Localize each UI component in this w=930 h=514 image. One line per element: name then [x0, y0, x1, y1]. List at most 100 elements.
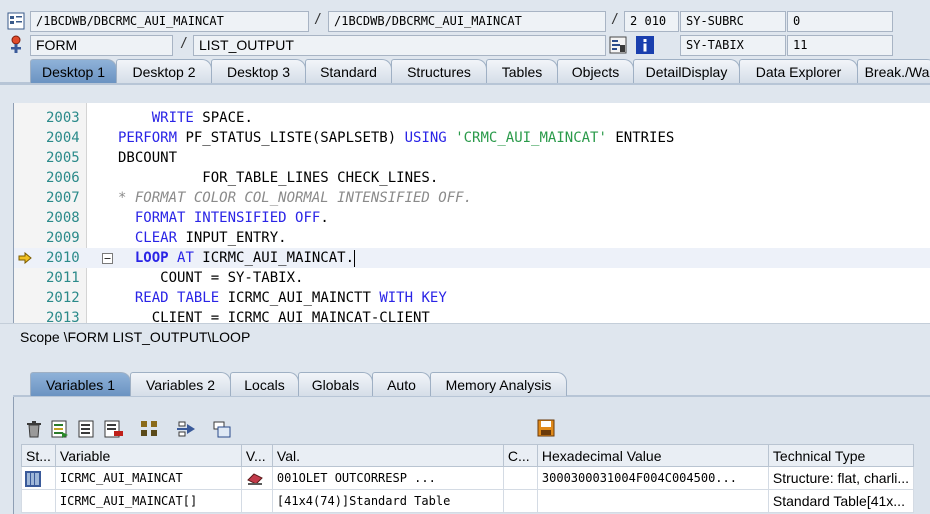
tab-globals[interactable]: Globals	[298, 372, 373, 396]
line-number-field[interactable]: 2 010	[624, 11, 679, 32]
sy-tabix-label: SY-TABIX	[680, 35, 786, 56]
code-text: COUNT = SY-TABIX.	[118, 268, 303, 288]
change-cell[interactable]	[240, 466, 273, 490]
remove-variable-icon[interactable]	[104, 420, 124, 438]
hierarchy-icon[interactable]	[140, 420, 160, 438]
event-type-field[interactable]: FORM	[30, 35, 173, 56]
code-line[interactable]: 2013 CLIENT = ICRMC_AUI_MAINCAT-CLIENT	[14, 308, 930, 323]
line-number: 2007	[46, 190, 80, 206]
line-number: 2009	[46, 230, 80, 246]
value-cell[interactable]: [41x4(74)]Standard Table	[271, 489, 504, 513]
code-line[interactable]: 2005 DBCOUNT	[14, 148, 930, 168]
tab-auto[interactable]: Auto	[372, 372, 431, 396]
table-row[interactable]: ICRMC_AUI_MAINCAT 001OLET OUTCORRESP ...…	[21, 466, 915, 490]
tab-detail-display[interactable]: DetailDisplay	[633, 59, 740, 83]
delete-icon[interactable]	[25, 420, 43, 438]
table-row[interactable]: ICRMC_AUI_MAINCAT[] [41x4(74)]Standard T…	[21, 489, 915, 513]
column-header-technical-type[interactable]: Technical Type	[767, 444, 915, 467]
fold-toggle-icon[interactable]	[102, 253, 113, 264]
change-cell[interactable]	[240, 489, 273, 513]
code-line[interactable]: 2009 CLEAR INPUT_ENTRY.	[14, 228, 930, 248]
display-source-icon[interactable]	[609, 36, 627, 54]
info-icon[interactable]	[636, 36, 654, 54]
line-number: 2011	[46, 270, 80, 286]
technical-type-cell[interactable]: Structure: flat, charli...	[767, 466, 915, 490]
tab-breakpoints[interactable]: Break./Wa	[857, 59, 930, 83]
table-header-row: St... Variable V... Val. C... Hexadecima…	[21, 444, 915, 467]
event-name-field[interactable]: LIST_OUTPUT	[193, 35, 606, 56]
table-grid-icon	[25, 470, 41, 487]
save-icon[interactable]	[537, 419, 555, 437]
tab-desktop-2[interactable]: Desktop 2	[116, 59, 212, 83]
column-header-status[interactable]: St...	[21, 444, 56, 467]
change-value-icon[interactable]	[246, 472, 264, 486]
status-cell	[21, 489, 56, 513]
properties-icon[interactable]	[212, 420, 232, 438]
variables-table: St... Variable V... Val. C... Hexadecima…	[21, 444, 915, 513]
sy-tabix-value[interactable]: 11	[787, 35, 893, 56]
main-program-field[interactable]: /1BCDWB/DBCRMC_AUI_MAINCAT	[30, 11, 309, 32]
hex-value-cell[interactable]	[536, 489, 769, 513]
code-keyword: READ	[134, 290, 169, 306]
code-line[interactable]: 2008 FORMAT INTENSIFIED OFF.	[14, 208, 930, 228]
current-line-arrow-icon	[18, 252, 32, 264]
code-text: PERFORM PF_STATUS_LISTE(SAPLSETB) USING …	[118, 128, 674, 148]
code-line[interactable]: 2006 FOR_TABLE_LINES CHECK_LINES.	[14, 168, 930, 188]
tab-desktop-1[interactable]: Desktop 1	[30, 59, 117, 83]
sy-subrc-label: SY-SUBRC	[680, 11, 786, 32]
code-keyword: TABLE	[177, 290, 220, 306]
line-number: 2006	[46, 170, 80, 186]
line-offset-value: 010	[644, 14, 667, 28]
tab-desktop-3[interactable]: Desktop 3	[211, 59, 306, 83]
tab-variables-1[interactable]: Variables 1	[30, 372, 131, 396]
column-header-value[interactable]: Val.	[271, 444, 504, 467]
code-text: READ TABLE ICRMC_AUI_MAINCTT WITH KEY	[118, 288, 447, 308]
column-header-c[interactable]: C...	[502, 444, 538, 467]
tab-variables-2[interactable]: Variables 2	[130, 372, 231, 396]
code-keyword: WRITE	[151, 110, 194, 126]
include-program-field[interactable]: /1BCDWB/DBCRMC_AUI_MAINCAT	[328, 11, 606, 32]
code-line[interactable]: 2004 PERFORM PF_STATUS_LISTE(SAPLSETB) US…	[14, 128, 930, 148]
code-keyword: LOOP	[134, 250, 169, 266]
tab-standard[interactable]: Standard	[305, 59, 392, 83]
tab-locals[interactable]: Locals	[230, 372, 299, 396]
transfer-icon[interactable]	[175, 420, 197, 438]
code-text: CLIENT = ICRMC_AUI_MAINCAT-CLIENT	[118, 308, 430, 323]
code-text: FORMAT INTENSIFIED OFF.	[118, 208, 329, 228]
line-number: 2004	[46, 130, 80, 146]
tab-objects[interactable]: Objects	[557, 59, 634, 83]
hex-value-cell[interactable]: 3000300031004F004C004500...	[536, 466, 769, 490]
line-number: 2005	[46, 150, 80, 166]
variable-name-cell[interactable]: ICRMC_AUI_MAINCAT[]	[54, 489, 242, 513]
source-code-editor[interactable]: 2003 WRITE SPACE. 2004 PERFORM PF_STATUS_L…	[13, 103, 930, 323]
column-header-v[interactable]: V...	[240, 444, 273, 467]
event-icon	[11, 35, 21, 53]
code-line[interactable]: 2011 COUNT = SY-TABIX.	[14, 268, 930, 288]
status-cell	[21, 466, 56, 490]
current-code-line[interactable]: 2010 LOOP AT ICRMC_AUI_MAINCAT.	[14, 248, 930, 268]
line-number: 2012	[46, 290, 80, 306]
code-line[interactable]: 2003 WRITE SPACE.	[14, 108, 930, 128]
tab-tables[interactable]: Tables	[486, 59, 558, 83]
code-string: 'CRMC_AUI_MAINCAT'	[455, 130, 607, 146]
variable-name-cell[interactable]: ICRMC_AUI_MAINCAT	[54, 466, 242, 490]
column-header-hex[interactable]: Hexadecimal Value	[536, 444, 769, 467]
code-line[interactable]: 2007 * FORMAT COLOR COL_NORMAL INTENSIFIE…	[14, 188, 930, 208]
value-cell[interactable]: 001OLET OUTCORRESP ...	[271, 466, 504, 490]
technical-type-cell[interactable]: Standard Table[41x...	[767, 489, 915, 513]
tab-memory-analysis[interactable]: Memory Analysis	[430, 372, 567, 396]
code-line[interactable]: 2012 READ TABLE ICRMC_AUI_MAINCTT WITH K…	[14, 288, 930, 308]
sy-subrc-value[interactable]: 0	[787, 11, 893, 32]
line-number: 2003	[46, 110, 80, 126]
insert-variable-icon[interactable]	[51, 420, 69, 438]
tab-data-explorer[interactable]: Data Explorer	[739, 59, 858, 83]
code-keyword: CLEAR	[134, 230, 178, 246]
copy-list-icon[interactable]	[78, 420, 96, 438]
scope-label: Scope \FORM LIST_OUTPUT\LOOP	[0, 323, 930, 351]
tab-structures[interactable]: Structures	[391, 59, 487, 83]
code-token: ENTRIES	[606, 130, 675, 146]
column-header-variable[interactable]: Variable	[54, 444, 242, 467]
